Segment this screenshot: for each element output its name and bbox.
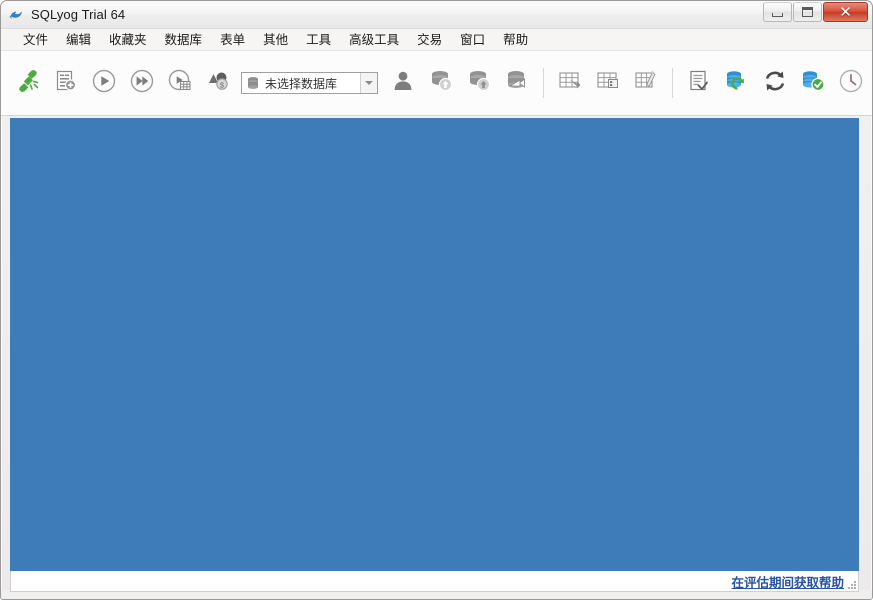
menu-transaction[interactable]: 交易 xyxy=(408,30,451,50)
minimize-icon xyxy=(772,13,783,17)
execute-all-queries-button[interactable] xyxy=(123,63,161,103)
table-wand-icon xyxy=(632,67,660,100)
menu-edit[interactable]: 编辑 xyxy=(57,30,100,50)
menu-file[interactable]: 文件 xyxy=(14,30,57,50)
database-select[interactable]: 未选择数据库 xyxy=(241,72,378,94)
database-select-value: 未选择数据库 xyxy=(265,75,360,92)
menu-bar: 文件 编辑 收藏夹 数据库 表单 其他 工具 高级工具 交易 窗口 帮助 xyxy=(1,29,872,51)
database-ok-icon xyxy=(799,67,827,100)
plug-connect-icon xyxy=(14,67,42,100)
close-button[interactable]: ✕ xyxy=(823,2,868,22)
document-add-icon xyxy=(53,68,79,99)
database-export-icon xyxy=(427,67,455,100)
refresh-button[interactable] xyxy=(756,63,794,103)
table-import-icon xyxy=(556,67,584,100)
user-icon xyxy=(390,68,416,99)
document-check-icon xyxy=(686,68,712,99)
evaluation-help-link[interactable]: 在评估期间获取帮助 xyxy=(731,572,844,591)
refresh-icon xyxy=(761,67,789,100)
menu-window[interactable]: 窗口 xyxy=(451,30,494,50)
table-data-icon xyxy=(594,67,622,100)
menu-tools[interactable]: 工具 xyxy=(297,30,340,50)
toolbar-separator xyxy=(672,68,673,98)
table-tools-button[interactable] xyxy=(627,63,665,103)
maximize-button[interactable] xyxy=(793,2,822,22)
scheduler-button[interactable] xyxy=(832,63,870,103)
backup-database-button[interactable] xyxy=(422,63,460,103)
new-query-tab-button[interactable] xyxy=(47,63,85,103)
database-sync-button[interactable] xyxy=(718,63,756,103)
database-copy-icon xyxy=(503,67,531,100)
new-connection-button[interactable] xyxy=(9,63,47,103)
copy-database-button[interactable] xyxy=(498,63,536,103)
schema-designer-button[interactable] xyxy=(680,63,718,103)
status-bar: 在评估期间获取帮助 xyxy=(10,571,859,592)
application-window: SQLyog Trial 64 ✕ 文件 编辑 收藏夹 数据库 表单 其他 工具… xyxy=(0,0,873,600)
chevron-down-icon[interactable] xyxy=(360,73,377,93)
mdi-workspace[interactable] xyxy=(10,118,859,571)
menu-favorites[interactable]: 收藏夹 xyxy=(100,30,156,50)
menu-help[interactable]: 帮助 xyxy=(494,30,537,50)
clock-icon xyxy=(837,67,865,100)
menu-advanced-tools[interactable]: 高级工具 xyxy=(340,30,408,50)
menu-database[interactable]: 数据库 xyxy=(156,30,212,50)
restore-database-button[interactable] xyxy=(460,63,498,103)
database-icon xyxy=(246,76,260,90)
execute-query-button[interactable] xyxy=(85,63,123,103)
maximize-icon xyxy=(802,7,813,17)
query-builder-button[interactable]: $ xyxy=(199,63,237,103)
import-external-data-button[interactable] xyxy=(551,63,589,103)
resize-grip-icon[interactable] xyxy=(844,577,856,589)
play-grid-icon xyxy=(166,67,194,100)
close-icon: ✕ xyxy=(839,5,852,20)
play-circle-icon xyxy=(90,67,118,100)
menu-others[interactable]: 其他 xyxy=(254,30,297,50)
toolbar-separator xyxy=(543,68,544,98)
window-controls: ✕ xyxy=(763,2,868,22)
schema-sync-button[interactable] xyxy=(794,63,832,103)
minimize-button[interactable] xyxy=(763,2,792,22)
user-manager-button[interactable] xyxy=(384,63,422,103)
execute-query-to-grid-button[interactable] xyxy=(161,63,199,103)
fast-forward-circle-icon xyxy=(128,67,156,100)
database-sync-icon xyxy=(723,67,751,100)
shapes-query-icon: $ xyxy=(204,67,232,100)
dolphin-icon xyxy=(7,6,25,24)
table-diagnostics-button[interactable] xyxy=(589,63,627,103)
database-import-icon xyxy=(465,67,493,100)
main-toolbar: $ 未选择数据库 xyxy=(1,51,872,116)
title-bar: SQLyog Trial 64 ✕ xyxy=(1,1,872,29)
window-title: SQLyog Trial 64 xyxy=(31,7,125,22)
menu-table[interactable]: 表单 xyxy=(211,30,254,50)
